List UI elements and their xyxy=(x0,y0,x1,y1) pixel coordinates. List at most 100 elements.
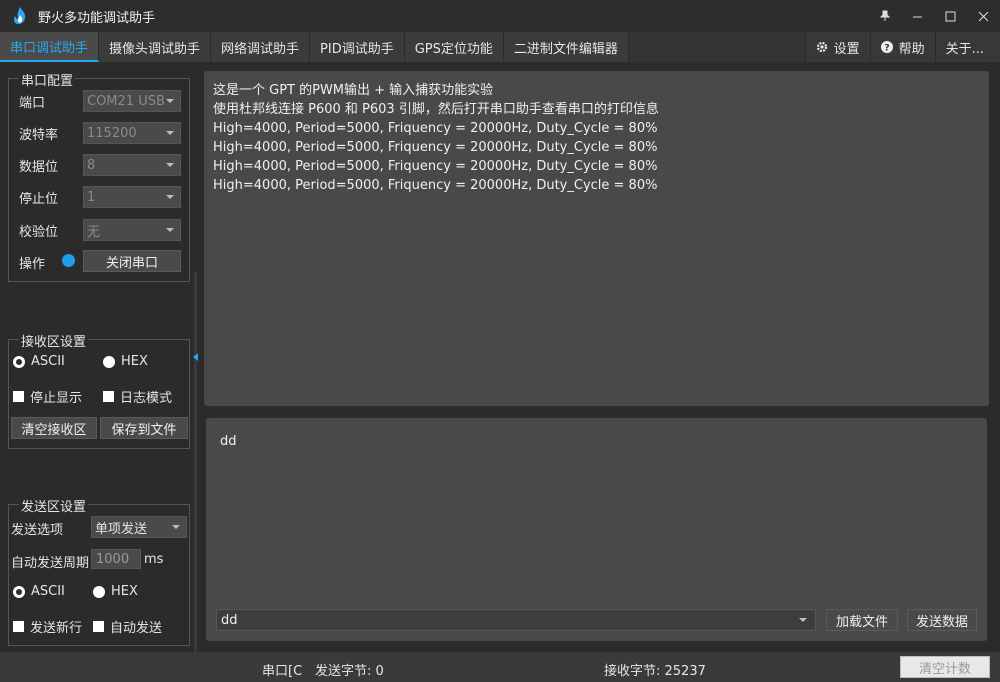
port-select[interactable]: COM21 USB xyxy=(83,90,181,112)
close-port-button[interactable]: 关闭串口 xyxy=(83,250,181,272)
status-bar: 串口[C 发送字节: 0 接收字节: 25237 清空计数 xyxy=(0,652,1000,682)
receive-settings-title: 接收区设置 xyxy=(19,331,89,350)
tab-bar: 串口调试助手 摄像头调试助手 网络调试助手 PID调试助手 GPS定位功能 二进… xyxy=(0,32,1000,62)
sent-bytes: 发送字节: 0 xyxy=(315,664,384,679)
chevron-down-icon xyxy=(799,618,807,622)
radio-checked-icon xyxy=(13,585,25,598)
radio-checked-icon xyxy=(13,355,25,368)
clear-count-button[interactable]: 清空计数 xyxy=(900,656,990,678)
tab-camera-debug[interactable]: 摄像头调试助手 xyxy=(99,32,212,62)
help-button[interactable]: ? 帮助 xyxy=(869,32,935,62)
tab-network-debug[interactable]: 网络调试助手 xyxy=(211,32,311,62)
auto-send-label: 自动发送 xyxy=(110,621,163,636)
baud-label: 波特率 xyxy=(19,128,59,143)
gear-icon xyxy=(816,41,827,53)
window-title: 野火多功能调试助手 xyxy=(38,10,156,26)
receive-line: 这是一个 GPT 的PWM输出 + 输入捕获功能实验 xyxy=(213,83,494,98)
recv-ascii-radio[interactable]: ASCII xyxy=(13,354,65,369)
stopbits-label: 停止位 xyxy=(19,192,59,207)
pin-icon[interactable] xyxy=(868,0,901,32)
help-label: 帮助 xyxy=(898,41,925,57)
flame-logo-icon xyxy=(13,7,26,25)
log-mode-checkbox[interactable]: 日志模式 xyxy=(103,387,172,406)
receive-line: High=4000, Period=5000, Friquency = 2000… xyxy=(213,159,658,174)
auto-period-label: 自动发送周期 xyxy=(11,556,90,571)
log-mode-label: 日志模式 xyxy=(120,391,173,406)
period-unit-label: ms xyxy=(144,552,164,567)
auto-send-checkbox[interactable]: 自动发送 xyxy=(93,617,162,636)
send-history-value: dd xyxy=(221,612,238,628)
recv-hex-label: HEX xyxy=(121,354,148,369)
send-hex-label: HEX xyxy=(111,584,138,599)
chevron-down-icon xyxy=(166,131,174,135)
port-value: COM21 USB xyxy=(87,93,165,109)
parity-value: 无 xyxy=(87,224,101,240)
tab-gps[interactable]: GPS定位功能 xyxy=(404,32,504,62)
send-newline-checkbox[interactable]: 发送新行 xyxy=(13,617,82,636)
send-settings-group: 发送区设置 发送选项 单项发送 自动发送周期 1000 ms ASCII HEX… xyxy=(8,496,190,646)
recv-hex-radio[interactable]: HEX xyxy=(103,354,148,369)
stop-display-checkbox[interactable]: 停止显示 xyxy=(13,387,82,406)
checkbox-icon xyxy=(13,621,24,632)
databits-select[interactable]: 8 xyxy=(83,154,181,176)
baud-select[interactable]: 115200 xyxy=(83,122,181,144)
send-textarea[interactable]: dd xyxy=(220,434,237,449)
send-option-label: 发送选项 xyxy=(11,523,64,538)
about-button[interactable]: 关于... xyxy=(934,32,1000,62)
send-settings-title: 发送区设置 xyxy=(19,496,89,515)
maximize-icon[interactable] xyxy=(934,0,967,32)
settings-label: 设置 xyxy=(833,41,860,57)
parity-label: 校验位 xyxy=(19,225,59,240)
port-label: 端口 xyxy=(19,96,46,111)
help-icon: ? xyxy=(880,41,893,54)
receive-line: 使用杜邦线连接 P600 和 P603 引脚，然后打开串口助手查看串口的打印信息 xyxy=(213,102,659,117)
stopbits-select[interactable]: 1 xyxy=(83,186,181,208)
minimize-icon[interactable] xyxy=(901,0,934,32)
collapse-arrow-icon[interactable] xyxy=(193,353,198,361)
chevron-down-icon xyxy=(172,525,180,529)
parity-select[interactable]: 无 xyxy=(83,219,181,241)
receive-area[interactable]: 这是一个 GPT 的PWM输出 + 输入捕获功能实验 使用杜邦线连接 P600 … xyxy=(204,71,989,406)
operation-label: 操作 xyxy=(19,257,46,272)
send-panel: dd dd 加载文件 发送数据 xyxy=(206,418,987,641)
port-status: 串口[C xyxy=(262,664,303,679)
send-ascii-radio[interactable]: ASCII xyxy=(13,584,65,599)
auto-period-input[interactable]: 1000 xyxy=(91,549,141,569)
chevron-down-icon xyxy=(166,195,174,199)
send-history-select[interactable]: dd xyxy=(216,609,816,631)
chevron-down-icon xyxy=(166,163,174,167)
databits-label: 数据位 xyxy=(19,160,59,175)
send-option-select[interactable]: 单项发送 xyxy=(91,516,187,538)
receive-line: High=4000, Period=5000, Friquency = 2000… xyxy=(213,121,658,136)
serial-config-title: 串口配置 xyxy=(19,70,76,89)
send-option-value: 单项发送 xyxy=(95,521,148,537)
chevron-down-icon xyxy=(166,228,174,232)
chevron-down-icon xyxy=(166,99,174,103)
settings-button[interactable]: 设置 xyxy=(804,32,870,62)
send-hex-radio[interactable]: HEX xyxy=(93,584,138,599)
checkbox-icon xyxy=(103,391,114,402)
stopbits-value: 1 xyxy=(87,189,96,205)
tab-serial-debug[interactable]: 串口调试助手 xyxy=(0,32,100,62)
serial-config-group: 串口配置 端口 COM21 USB 波特率 115200 数据位 8 停止位 1… xyxy=(8,70,190,282)
received-bytes: 接收字节: 25237 xyxy=(604,664,706,679)
load-file-button[interactable]: 加载文件 xyxy=(826,609,898,631)
clear-receive-button[interactable]: 清空接收区 xyxy=(11,417,97,439)
checkbox-icon xyxy=(93,621,104,632)
port-status-led xyxy=(62,254,75,267)
panel-splitter[interactable] xyxy=(194,272,197,652)
radio-unchecked-icon xyxy=(103,355,115,368)
send-data-button[interactable]: 发送数据 xyxy=(907,609,977,631)
baud-value: 115200 xyxy=(87,125,137,141)
radio-unchecked-icon xyxy=(93,585,105,598)
receive-line: High=4000, Period=5000, Friquency = 2000… xyxy=(213,178,658,193)
checkbox-icon xyxy=(13,391,24,402)
save-to-file-button[interactable]: 保存到文件 xyxy=(100,417,188,439)
receive-settings-group: 接收区设置 ASCII HEX 停止显示 日志模式 清空接收区 保存到文件 xyxy=(8,331,190,449)
tab-binary-editor[interactable]: 二进制文件编辑器 xyxy=(503,32,629,62)
tab-pid-debug[interactable]: PID调试助手 xyxy=(310,32,405,62)
svg-text:?: ? xyxy=(884,44,889,54)
left-panel: 串口配置 端口 COM21 USB 波特率 115200 数据位 8 停止位 1… xyxy=(0,62,200,652)
title-bar: 野火多功能调试助手 xyxy=(0,0,1000,32)
close-icon[interactable] xyxy=(967,0,1000,32)
